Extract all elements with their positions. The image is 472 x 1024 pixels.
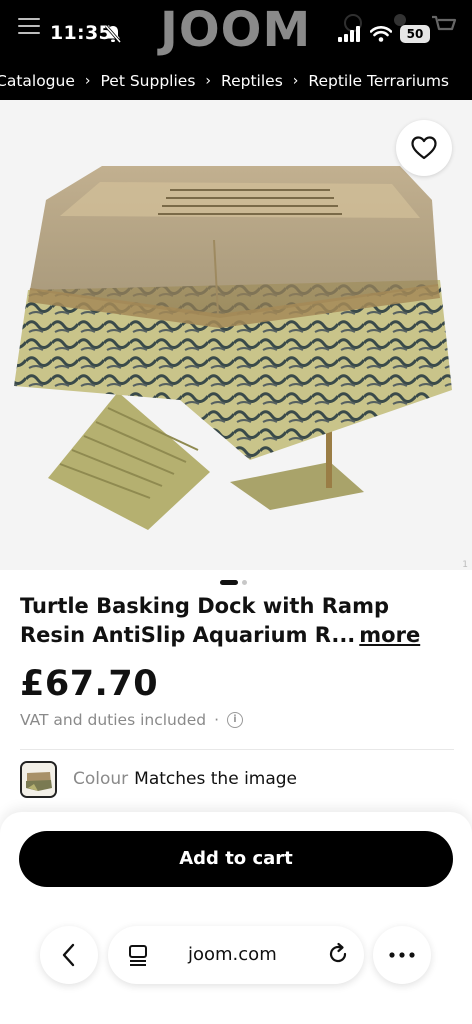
colour-label: Colour [73,769,129,789]
pagination-dot[interactable] [242,580,247,585]
wifi-icon [370,26,392,42]
favorite-button[interactable] [396,120,452,176]
image-counter: 1 [462,560,468,570]
chevron-right-icon: › [292,73,299,89]
product-title-text: Turtle Basking Dock with Ramp Resin Anti… [20,594,389,647]
chevron-right-icon: › [84,73,91,89]
bell-off-icon [104,25,122,43]
info-icon[interactable]: i [227,712,244,728]
breadcrumb-catalogue[interactable]: Catalogue [0,72,75,90]
ellipsis-icon [389,952,415,958]
product-title: Turtle Basking Dock with Ramp Resin Anti… [20,592,452,650]
colour-swatch[interactable] [20,760,57,798]
pagination-dot-active[interactable] [220,580,238,585]
app-header: 11:35 JOOM 50 Catalogue › Pet Supplies ›… [0,0,472,100]
vat-note: VAT and duties included · i [20,711,244,729]
back-button[interactable] [40,926,98,984]
address-bar[interactable]: joom.com [108,926,364,984]
url-text[interactable]: joom.com [188,944,277,965]
more-options-button[interactable] [373,926,431,984]
tabs-icon[interactable] [128,944,148,966]
hamburger-icon[interactable] [18,18,40,34]
signal-icon [338,26,360,42]
add-to-cart-button[interactable]: Add to cart [19,831,453,887]
status-bar: 11:35 JOOM 50 [0,0,472,66]
chevron-left-icon [62,943,75,967]
breadcrumb: Catalogue › Pet Supplies › Reptiles › Re… [0,68,449,94]
battery-indicator: 50 [400,25,430,43]
product-image[interactable] [0,100,472,570]
breadcrumb-reptiles[interactable]: Reptiles [221,72,283,90]
breadcrumb-pet-supplies[interactable]: Pet Supplies [101,72,196,90]
breadcrumb-reptile-terrariums[interactable]: Reptile Terrariums [308,72,449,90]
joom-logo[interactable]: JOOM [160,2,311,58]
more-link[interactable]: more [359,623,420,647]
vat-text: VAT and duties included [20,711,207,729]
heart-icon [411,136,437,160]
product-price: £67.70 [20,664,159,704]
colour-selector[interactable]: Colour Matches the image [20,760,297,798]
chevron-right-icon: › [205,73,212,89]
divider [20,749,454,750]
turtle-dock-illustration [14,166,452,530]
status-time: 11:35 [50,22,112,44]
colour-value: Matches the image [134,769,298,789]
cart-icon[interactable] [430,14,458,38]
image-pagination[interactable] [220,580,247,585]
reload-icon[interactable] [326,942,350,966]
swatch-thumbnail-icon [22,762,55,796]
vat-separator: · [214,711,220,729]
